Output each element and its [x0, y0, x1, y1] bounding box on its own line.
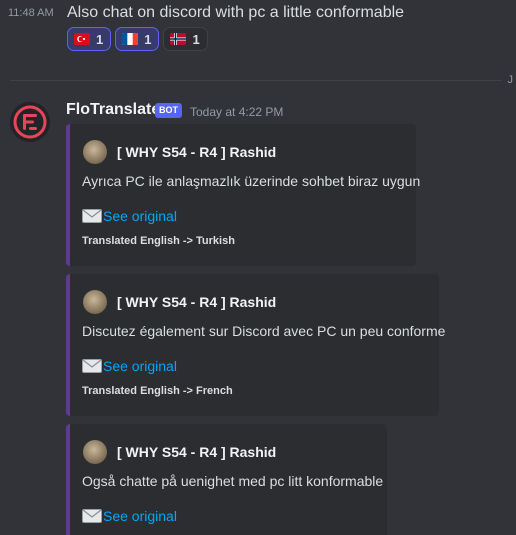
reaction-count: 1 [96, 31, 104, 47]
translation-embed: [ WHY S54 - R4 ] Rashid Også chatte på u… [66, 424, 387, 535]
embed-description: Også chatte på uenighet med pc litt konf… [82, 473, 384, 489]
reaction-norway[interactable]: 1 [163, 27, 208, 51]
envelope-icon [82, 509, 102, 523]
flotranslate-logo-icon [10, 102, 50, 142]
divider-trailing-text: J [507, 74, 514, 86]
embed-author-name: [ WHY S54 - R4 ] Rashid [117, 144, 277, 160]
reaction-count: 1 [192, 31, 200, 47]
message-divider [10, 80, 502, 81]
translation-embed: [ WHY S54 - R4 ] Rashid Discutez égaleme… [66, 274, 445, 416]
embed-author: [ WHY S54 - R4 ] Rashid [83, 140, 276, 164]
embed-description: Ayrıca PC ile anlaşmazlık üzerinde sohbe… [82, 173, 421, 189]
france-flag-icon [122, 33, 139, 45]
bot-tag-badge: BOT [155, 103, 182, 118]
reaction-france[interactable]: 1 [115, 27, 160, 51]
author-avatar [83, 140, 107, 164]
author-avatar [83, 290, 107, 314]
turkey-flag-icon [74, 33, 90, 45]
embed-description: Discutez également sur Discord avec PC u… [82, 323, 446, 339]
embed-author-name: [ WHY S54 - R4 ] Rashid [117, 444, 277, 460]
author-avatar [83, 440, 107, 464]
envelope-icon [82, 209, 102, 223]
translation-embed: [ WHY S54 - R4 ] Rashid Ayrıca PC ile an… [66, 124, 420, 266]
bot-username[interactable]: FloTranslate [66, 101, 160, 119]
envelope-icon [82, 359, 102, 373]
see-original-row: See original [82, 208, 177, 224]
embed-author-name: [ WHY S54 - R4 ] Rashid [117, 294, 277, 310]
embed-footer: Translated English -> French [82, 385, 233, 397]
reaction-count: 1 [144, 31, 152, 47]
see-original-link[interactable]: See original [103, 208, 177, 224]
norway-flag-icon [170, 33, 187, 45]
reaction-turkey[interactable]: 1 [67, 27, 112, 51]
chat-view: 11:48 AM Also chat on discord with pc a … [0, 0, 516, 535]
bot-message-timestamp: Today at 4:22 PM [190, 105, 284, 119]
embed-author: [ WHY S54 - R4 ] Rashid [83, 440, 276, 464]
message-content: Also chat on discord with pc a little co… [67, 4, 405, 21]
reaction-bar: 1 1 1 [67, 27, 208, 51]
bot-avatar[interactable] [10, 102, 50, 142]
see-original-link[interactable]: See original [103, 358, 177, 374]
embed-author: [ WHY S54 - R4 ] Rashid [83, 290, 276, 314]
message-timestamp: 11:48 AM [8, 7, 54, 19]
embed-footer: Translated English -> Turkish [82, 235, 235, 247]
see-original-row: See original [82, 358, 177, 374]
see-original-row: See original [82, 508, 177, 524]
see-original-link[interactable]: See original [103, 508, 177, 524]
